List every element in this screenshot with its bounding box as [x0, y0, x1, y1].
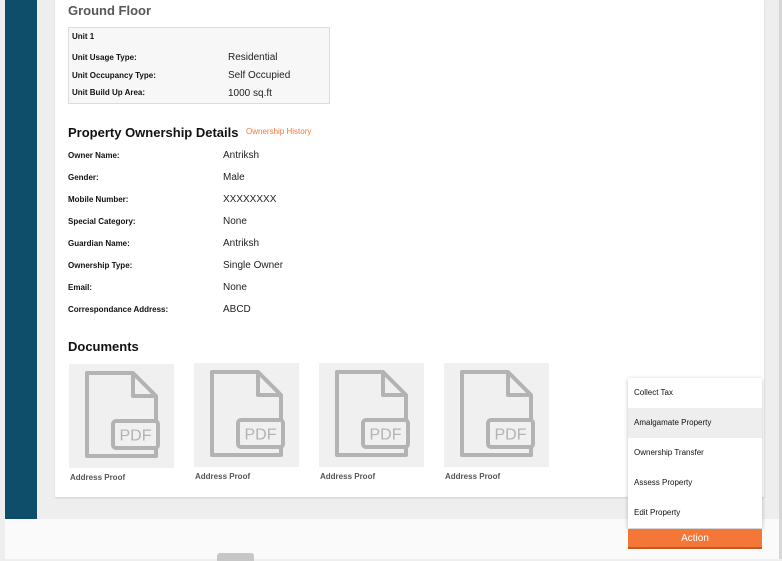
unit-build-up-area-value: 1000 sq.ft [228, 88, 272, 99]
bottom-handle[interactable] [217, 553, 254, 561]
guardian-name-value: Antriksh [223, 238, 260, 249]
document-thumbnail[interactable]: PDF [194, 363, 299, 467]
unit-occupancy-type-value: Self Occupied [228, 70, 291, 81]
email-label: Email: [68, 283, 93, 292]
document-thumbnail[interactable]: PDF [444, 363, 549, 467]
mobile-number-value: XXXXXXXX [223, 194, 277, 205]
gender-value: Male [223, 172, 245, 183]
guardian-name-label: Guardian Name: [68, 239, 130, 248]
action-menu: Collect Tax Amalgamate Property Ownershi… [628, 378, 762, 528]
action-button[interactable]: Action [628, 529, 762, 549]
ownership-type-label: Ownership Type: [68, 261, 133, 270]
pdf-file-icon: PDF [85, 371, 160, 458]
unit-usage-type-value: Residential [228, 52, 278, 63]
correspondance-address-value: ABCD [223, 304, 251, 315]
documents-section-title: Documents [68, 339, 139, 354]
svg-text:PDF: PDF [495, 427, 527, 444]
pdf-file-icon: PDF [210, 370, 285, 457]
owner-name-label: Owner Name: [68, 151, 120, 160]
svg-text:PDF: PDF [245, 427, 277, 444]
menu-item-collect-tax[interactable]: Collect Tax [628, 378, 762, 408]
svg-text:PDF: PDF [120, 428, 152, 445]
document-thumbnail[interactable]: PDF [69, 364, 174, 468]
email-value: None [223, 282, 247, 293]
ownership-section-title: Property Ownership Details [68, 125, 239, 140]
owner-name-value: Antriksh [223, 150, 260, 161]
menu-item-edit-property[interactable]: Edit Property [628, 498, 762, 528]
special-category-value: None [223, 216, 247, 227]
document-label: Address Proof [320, 472, 376, 481]
menu-item-ownership-transfer[interactable]: Ownership Transfer [628, 438, 762, 468]
unit-name: Unit 1 [72, 32, 95, 41]
svg-text:PDF: PDF [370, 427, 402, 444]
pdf-file-icon: PDF [335, 370, 410, 457]
menu-item-amalgamate-property[interactable]: Amalgamate Property [628, 408, 762, 438]
document-label: Address Proof [70, 473, 126, 482]
mobile-number-label: Mobile Number: [68, 195, 129, 204]
unit-build-up-area-label: Unit Build Up Area: [72, 88, 146, 97]
ownership-type-value: Single Owner [223, 260, 284, 271]
unit-usage-type-label: Unit Usage Type: [72, 53, 137, 62]
document-label: Address Proof [195, 472, 251, 481]
document-label: Address Proof [445, 472, 501, 481]
menu-item-assess-property[interactable]: Assess Property [628, 468, 762, 498]
ownership-history-link[interactable]: Ownership History [246, 127, 311, 136]
unit-occupancy-type-label: Unit Occupancy Type: [72, 71, 156, 80]
gender-label: Gender: [68, 173, 99, 182]
pdf-file-icon: PDF [460, 370, 535, 457]
floor-title: Ground Floor [68, 3, 152, 18]
correspondance-address-label: Correspondance Address: [68, 305, 169, 314]
left-sidebar-rail [5, 0, 37, 533]
special-category-label: Special Category: [68, 217, 136, 226]
document-thumbnail[interactable]: PDF [319, 363, 424, 467]
